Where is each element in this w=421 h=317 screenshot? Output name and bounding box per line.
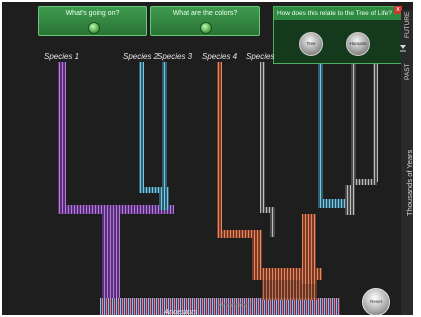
humans-button[interactable]: Humans <box>346 32 370 56</box>
time-axis-label: Thousands of Years <box>405 149 413 216</box>
tree-of-life-panel: How does this relate to the Tree of Life… <box>273 6 402 64</box>
lineage-species-5 <box>260 62 275 237</box>
tab-whats-going-on-label: What's going on? <box>65 10 120 17</box>
species-label[interactable]: Species <box>246 52 274 61</box>
expand-dot-icon[interactable] <box>200 22 212 34</box>
panel-title: How does this relate to the Tree of Life… <box>274 7 401 20</box>
tab-whats-going-on[interactable]: What's going on? <box>38 6 147 36</box>
ancestors-label-faded: Ancestors <box>218 300 252 309</box>
tree-button[interactable]: Tree <box>299 32 323 56</box>
future-label: FUTURE <box>404 11 411 38</box>
lineage-species-4 <box>217 62 262 238</box>
tab-what-are-colors-label: What are the colors? <box>172 10 238 17</box>
tab-what-are-colors[interactable]: What are the colors? <box>150 6 260 36</box>
expand-dot-icon[interactable] <box>87 22 100 34</box>
reset-button[interactable]: Reset <box>362 288 390 315</box>
past-label: PAST <box>404 63 411 81</box>
species-label[interactable]: Species 2 <box>123 52 158 61</box>
tree-canvas[interactable]: What's going on? What are the colors? Ho… <box>2 2 413 315</box>
species-label[interactable]: Species 3 <box>157 52 192 61</box>
ancestors-label: Ancestors <box>164 307 198 315</box>
species-label[interactable]: Species 1 <box>44 52 79 61</box>
timescale-icon[interactable] <box>399 44 407 52</box>
lineage-species-right <box>318 62 378 215</box>
species-label[interactable]: Species 4 <box>202 52 237 61</box>
